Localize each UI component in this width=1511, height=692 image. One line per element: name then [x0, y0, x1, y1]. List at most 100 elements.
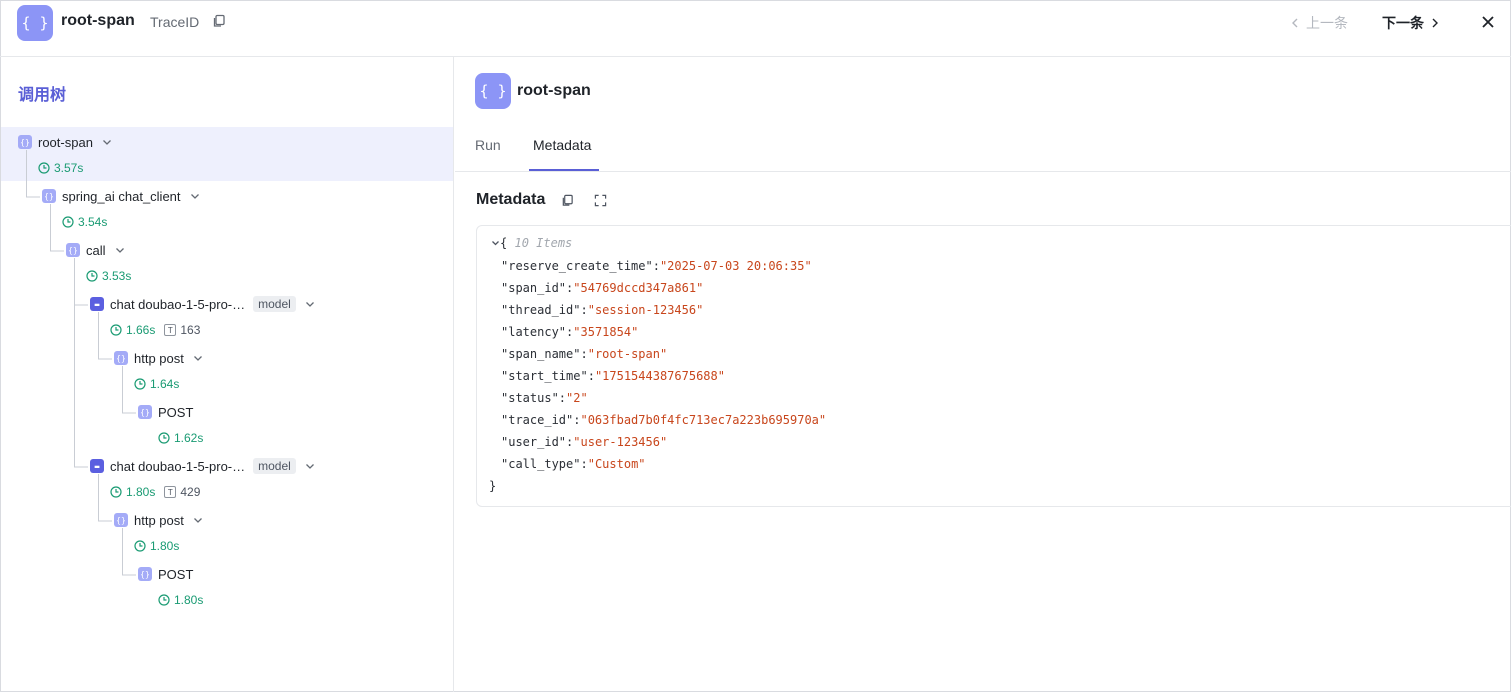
duration-value: 1.80s: [150, 539, 180, 553]
braces-icon: {}: [138, 405, 152, 419]
chevron-down-icon[interactable]: [192, 352, 204, 364]
clock-icon: [158, 594, 170, 606]
clock-icon: [110, 324, 122, 336]
node-label: POST: [158, 566, 194, 582]
collapse-chevron-icon[interactable]: [491, 239, 500, 248]
node-label: POST: [158, 404, 194, 420]
model-icon: ▬: [90, 297, 104, 311]
duration-value: 1.64s: [150, 377, 180, 391]
span-title: root-span: [61, 12, 135, 29]
next-label: 下一条: [1382, 15, 1424, 31]
tree-node-root-span[interactable]: {} root-span: [18, 132, 113, 152]
tree-node-http-post-2[interactable]: {} http post: [114, 510, 204, 530]
copy-icon[interactable]: [561, 194, 574, 207]
braces-icon: { }: [17, 5, 53, 41]
token-count: T 429: [164, 485, 200, 499]
metadata-section-title: Metadata: [476, 191, 546, 208]
detail-tabs: Run Metadata: [455, 125, 1511, 172]
braces-icon: {}: [138, 567, 152, 581]
tree-node-chat-model-1[interactable]: ▬ chat doubao-1-5-pro-… model: [90, 294, 316, 314]
tab-metadata[interactable]: Metadata: [533, 137, 591, 153]
duration-value: 3.54s: [78, 215, 108, 229]
tree-node-chat-model-2[interactable]: ▬ chat doubao-1-5-pro-… model: [90, 456, 316, 476]
chevron-down-icon[interactable]: [192, 514, 204, 526]
braces-icon: {}: [114, 351, 128, 365]
token-icon: T: [164, 486, 177, 498]
node-duration: 3.53s: [86, 268, 131, 284]
tree-node-http-post-1[interactable]: {} http post: [114, 348, 204, 368]
node-duration: 3.57s: [38, 160, 83, 176]
tab-run[interactable]: Run: [475, 137, 501, 153]
node-label: chat doubao-1-5-pro-…: [110, 296, 246, 312]
active-tab-indicator: [529, 169, 599, 171]
fullscreen-icon[interactable]: [594, 194, 607, 207]
json-entry: "start_time":"1751544387675688": [501, 369, 725, 383]
token-count: T 163: [164, 323, 200, 337]
node-duration: 1.80s T 429: [110, 484, 200, 500]
close-icon[interactable]: [1480, 14, 1496, 30]
node-duration: 1.80s: [134, 538, 179, 554]
prev-button[interactable]: 上一条: [1290, 13, 1348, 33]
token-value: 429: [180, 485, 201, 499]
clock-icon: [86, 270, 98, 282]
chevron-down-icon[interactable]: [304, 298, 316, 310]
json-entry: "span_name":"root-span": [501, 347, 668, 361]
chevron-down-icon[interactable]: [189, 190, 201, 202]
clock-icon: [158, 432, 170, 444]
json-entry: "trace_id":"063fbad7b0f4fc713ec7a223b695…: [501, 413, 827, 427]
json-item-count: 10 Items: [514, 236, 573, 250]
node-duration: 1.64s: [134, 376, 179, 392]
node-label: chat doubao-1-5-pro-…: [110, 458, 246, 474]
token-value: 163: [180, 323, 201, 337]
tree-connector-lines: [26, 150, 136, 576]
json-close: }: [489, 479, 497, 493]
duration-value: 3.57s: [54, 161, 84, 175]
clock-icon: [110, 486, 122, 498]
json-entry: "span_id":"54769dccd347a861": [501, 281, 704, 295]
duration-value: 1.62s: [174, 431, 204, 445]
tree-node-call[interactable]: {} call: [66, 240, 126, 260]
prev-label: 上一条: [1306, 15, 1348, 31]
node-label: call: [86, 242, 106, 258]
chevron-down-icon[interactable]: [101, 136, 113, 148]
model-tag: model: [253, 458, 296, 474]
duration-value: 1.80s: [126, 485, 156, 499]
clock-icon: [134, 378, 146, 390]
call-tree-panel: 调用树 {} root-span 3.57s {} spring_ai chat…: [0, 57, 454, 692]
node-label: spring_ai chat_client: [62, 188, 181, 204]
duration-value: 3.53s: [102, 269, 132, 283]
clock-icon: [62, 216, 74, 228]
node-duration: 1.80s: [158, 592, 203, 608]
chevron-left-icon: [1292, 18, 1298, 28]
clock-icon: [134, 540, 146, 552]
token-icon: T: [164, 324, 177, 336]
json-entry: "thread_id":"session-123456": [501, 303, 704, 317]
braces-icon: {}: [18, 135, 32, 149]
chevron-down-icon[interactable]: [114, 244, 126, 256]
json-open-brace: {: [500, 236, 508, 250]
model-tag: model: [253, 296, 296, 312]
node-label: root-span: [38, 134, 93, 150]
copy-icon[interactable]: [212, 14, 226, 28]
tree-node-post-2[interactable]: {} POST: [138, 564, 193, 584]
json-entry: "user_id":"user-123456": [501, 435, 668, 449]
json-entry: "latency":"3571854": [501, 325, 639, 339]
json-entry: "call_type":"Custom": [501, 457, 646, 471]
header-bar: { } root-span TraceID 上一条 下一条: [0, 0, 1511, 57]
node-duration: 1.66s T 163: [110, 322, 200, 338]
json-entry: "reserve_create_time":"2025-07-03 20:06:…: [501, 259, 812, 273]
duration-value: 1.80s: [174, 593, 204, 607]
detail-title: root-span: [517, 82, 591, 99]
chevron-right-icon: [1432, 18, 1438, 28]
traceid-label: TraceID: [150, 14, 200, 30]
next-button[interactable]: 下一条: [1382, 13, 1440, 33]
braces-icon: {}: [66, 243, 80, 257]
node-duration: 1.62s: [158, 430, 203, 446]
chevron-down-icon[interactable]: [304, 460, 316, 472]
node-label: http post: [134, 512, 184, 528]
tree-node-post-1[interactable]: {} POST: [138, 402, 193, 422]
braces-icon: {}: [42, 189, 56, 203]
tree-node-spring-ai-chat-client[interactable]: {} spring_ai chat_client: [42, 186, 201, 206]
clock-icon: [38, 162, 50, 174]
duration-value: 1.66s: [126, 323, 156, 337]
